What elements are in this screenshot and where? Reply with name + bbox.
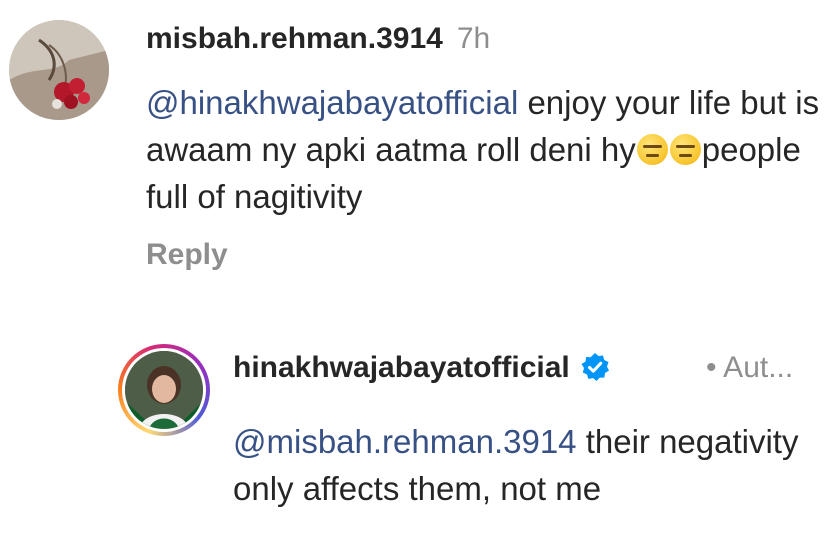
reply-mention-link[interactable]: @misbah.rehman.3914 [233,423,577,460]
commenter-avatar[interactable] [9,20,109,120]
commenter-avatar-image [9,20,109,120]
author-label: • Aut... [706,351,794,384]
reply-header: hinakhwajabayatofficial [233,348,610,393]
comment-mention-link[interactable]: @hinakhwajabayatofficial [146,84,518,121]
verified-badge-icon [580,352,610,393]
author-avatar[interactable] [118,344,210,436]
expressionless-face-icon [636,134,668,165]
expressionless-face-icon [669,134,701,165]
reply-text: @misbah.rehman.3914 their negativity onl… [233,418,823,512]
reply-username[interactable]: hinakhwajabayatofficial [233,351,570,384]
author-avatar-image [125,351,203,429]
avatar-ring-gap [122,348,206,432]
reply-button[interactable]: Reply [146,236,228,274]
comment-timestamp: 7h [456,22,491,55]
comment-header: misbah.rehman.3914 7h [146,19,490,59]
comment-thread: misbah.rehman.3914 7h @hinakhwajabayatoff… [0,0,837,556]
comment-text: @hinakhwajabayatofficial enjoy your life… [146,79,826,220]
comment-username[interactable]: misbah.rehman.3914 [146,22,443,55]
